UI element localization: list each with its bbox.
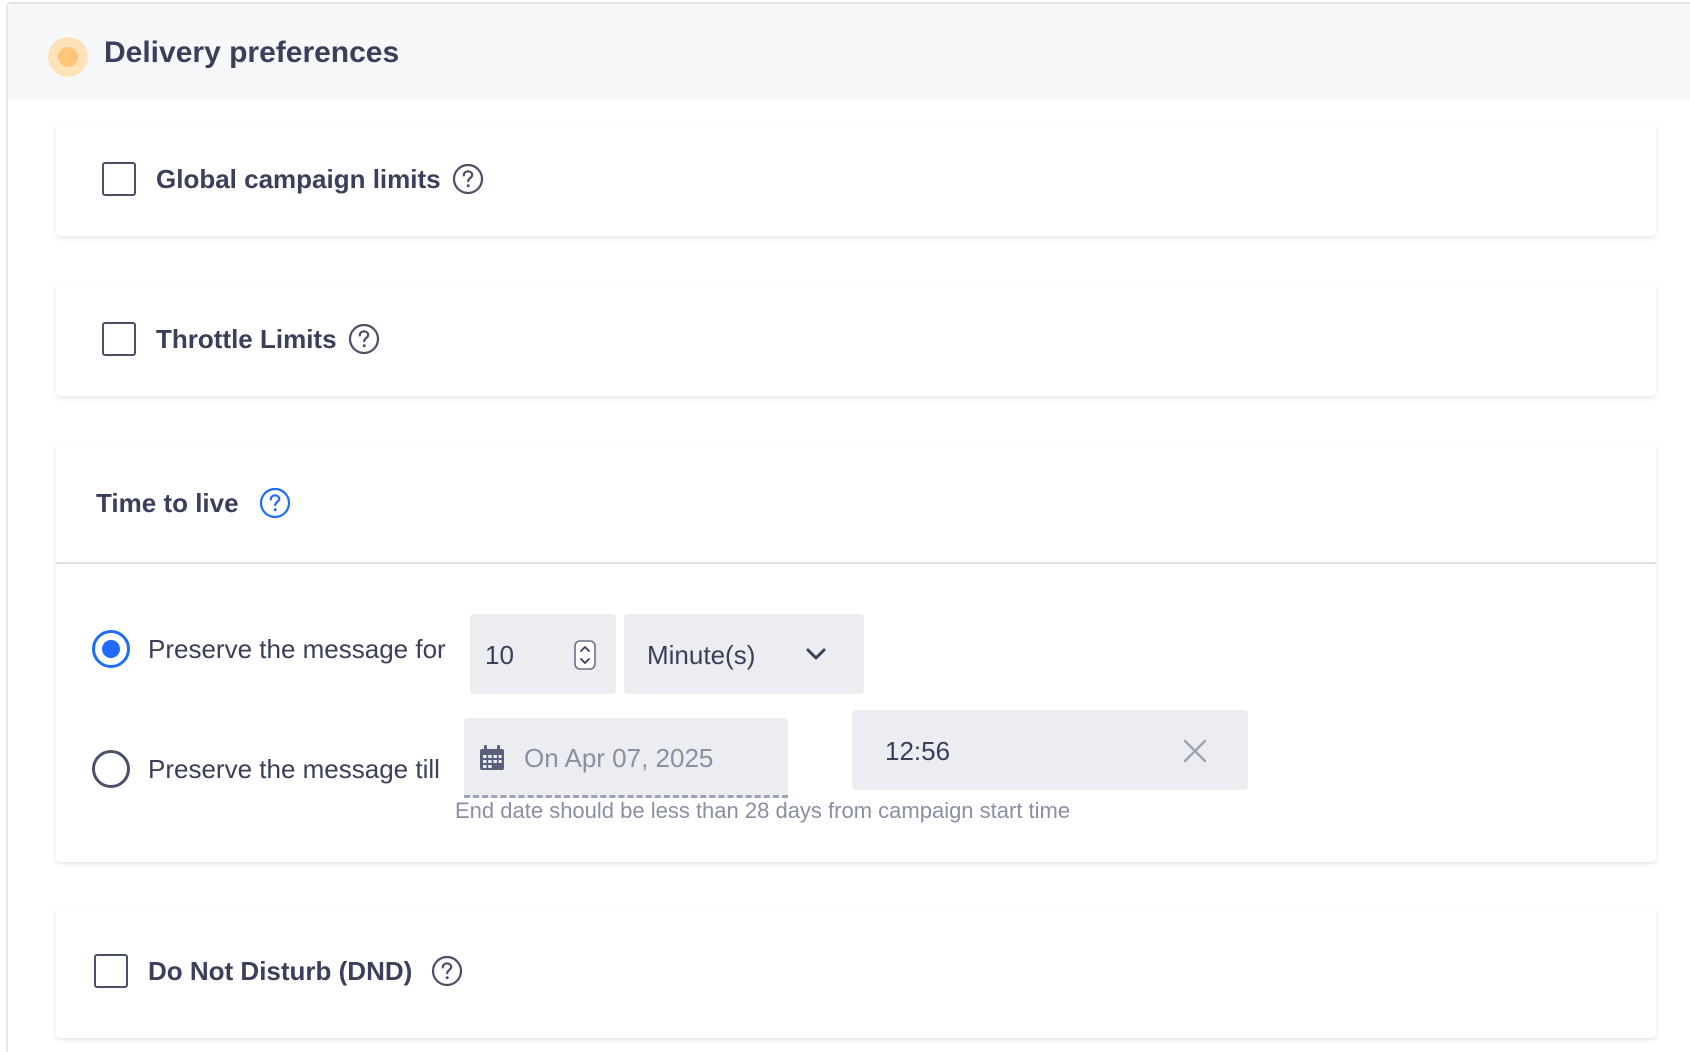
chevron-down-icon	[806, 648, 826, 660]
close-icon[interactable]	[1182, 738, 1208, 764]
global-campaign-limits-checkbox[interactable]	[102, 162, 136, 196]
up-down-stepper-icon[interactable]	[574, 640, 596, 670]
throttle-limits-checkbox[interactable]	[102, 322, 136, 356]
time-to-live-divider	[56, 562, 1656, 564]
end-time-value: 12:56	[885, 736, 951, 766]
question-circle-icon[interactable]	[431, 955, 463, 987]
duration-unit-value: Minute(s)	[647, 640, 756, 670]
panel-header[interactable]: Delivery preferences	[8, 4, 1690, 100]
panel-title: Delivery preferences	[104, 36, 400, 69]
global-campaign-limits-label: Global campaign limits	[156, 164, 441, 194]
throttle-limits-card: Throttle Limits	[56, 284, 1656, 396]
question-circle-icon[interactable]	[452, 163, 484, 195]
end-time-input[interactable]: 12:56	[852, 710, 1248, 790]
preserve-for-label: Preserve the message for	[148, 634, 446, 664]
do-not-disturb-card: Do Not Disturb (DND)	[56, 908, 1656, 1038]
global-campaign-limits-card: Global campaign limits	[56, 124, 1656, 236]
preserve-till-label: Preserve the message till	[148, 754, 440, 784]
preserve-till-radio[interactable]	[92, 750, 130, 788]
throttle-limits-label: Throttle Limits	[156, 324, 337, 354]
duration-amount-input[interactable]: 10	[470, 614, 616, 694]
end-date-hint: End date should be less than 28 days fro…	[455, 798, 1071, 823]
duration-unit-select[interactable]: Minute(s)	[624, 614, 864, 694]
calendar-icon	[480, 745, 504, 770]
duration-amount-value: 10	[485, 640, 514, 670]
end-date-input[interactable]: On Apr 07, 2025	[464, 718, 788, 798]
time-to-live-label: Time to live	[96, 488, 239, 518]
end-date-value: On Apr 07, 2025	[524, 743, 714, 773]
do-not-disturb-label: Do Not Disturb (DND)	[148, 956, 413, 986]
do-not-disturb-checkbox[interactable]	[94, 954, 128, 988]
delivery-preferences-page: Delivery preferences Global campaign lim…	[0, 0, 1690, 1052]
question-circle-icon[interactable]	[348, 323, 380, 355]
question-circle-icon[interactable]	[259, 487, 291, 519]
status-dot-icon	[48, 37, 88, 77]
preserve-for-radio[interactable]	[92, 630, 130, 668]
